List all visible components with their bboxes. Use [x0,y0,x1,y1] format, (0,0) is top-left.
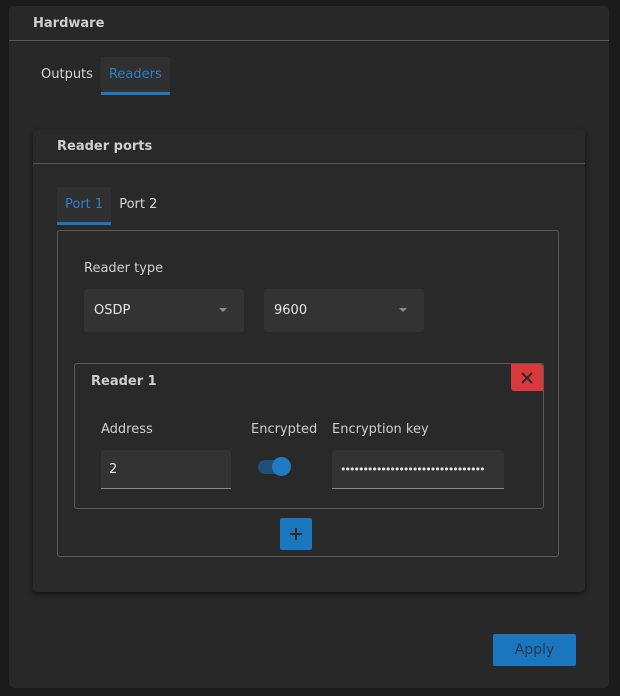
baud-rate-value: 9600 [274,303,308,318]
encryption-key-label: Encryption key [332,422,429,437]
port-panel: Reader type OSDP 9600 Reader 1 Address 2 [57,230,559,557]
reader-title: Reader 1 [91,374,157,389]
chevron-down-icon [219,308,227,312]
remove-reader-button[interactable] [511,364,543,391]
port-tabs: Port 1 Port 2 [57,187,165,225]
address-label: Address [101,422,153,437]
close-icon [521,371,533,384]
plus-icon [290,528,302,540]
reader-ports-title: Reader ports [33,130,585,164]
encrypted-toggle[interactable] [258,457,292,477]
tab-outputs[interactable]: Outputs [33,57,101,95]
hardware-card: Hardware Outputs Readers Reader ports Po… [9,6,609,688]
reader-type-label: Reader type [84,261,164,276]
apply-button[interactable]: Apply [493,634,576,666]
baud-rate-select[interactable]: 9600 [264,289,424,332]
reader-ports-card: Reader ports Port 1 Port 2 Reader type O… [33,130,585,592]
toggle-knob [272,457,291,476]
address-input[interactable]: 2 [101,450,231,489]
encryption-key-input[interactable]: •••••••••••••••••••••••••••••••• [332,450,504,489]
chevron-down-icon [399,308,407,312]
reader-type-select[interactable]: OSDP [84,289,244,332]
reader-card: Reader 1 Address 2 Encrypted Encryption … [74,363,544,509]
add-reader-button[interactable] [280,518,312,550]
tab-port-1[interactable]: Port 1 [57,187,112,225]
encrypted-label: Encrypted [251,422,318,437]
reader-type-value: OSDP [94,303,131,318]
tab-readers[interactable]: Readers [100,57,170,95]
hardware-tabs: Outputs Readers [33,57,170,95]
tab-port-2[interactable]: Port 2 [111,187,165,225]
page-title: Hardware [9,6,609,41]
